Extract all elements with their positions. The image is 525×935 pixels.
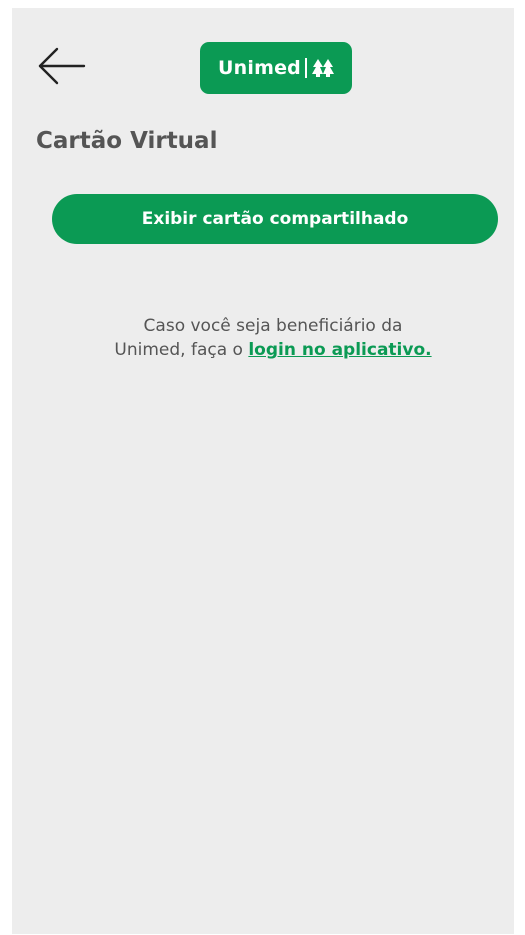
page-title: Cartão Virtual [36,128,218,154]
back-button[interactable] [34,46,90,86]
info-line-2: Unimed, faça o login no aplicativo. [72,338,474,362]
unimed-logo: Unimed [200,42,352,94]
login-link[interactable]: login no aplicativo. [248,340,431,360]
app-screen: Unimed Cartão Virtual Exibir cartão comp… [12,8,514,934]
login-info-text: Caso você seja beneficiário da Unimed, f… [72,314,474,362]
info-line-2-prefix: Unimed, faça o [114,340,243,360]
show-shared-card-button[interactable]: Exibir cartão compartilhado [52,194,498,244]
unimed-tree-icon [311,58,334,78]
header: Unimed [12,8,514,118]
arrow-left-icon [38,47,86,85]
info-line-1: Caso você seja beneficiário da [143,316,403,336]
logo-divider [304,58,307,78]
logo-text: Unimed [218,57,301,79]
